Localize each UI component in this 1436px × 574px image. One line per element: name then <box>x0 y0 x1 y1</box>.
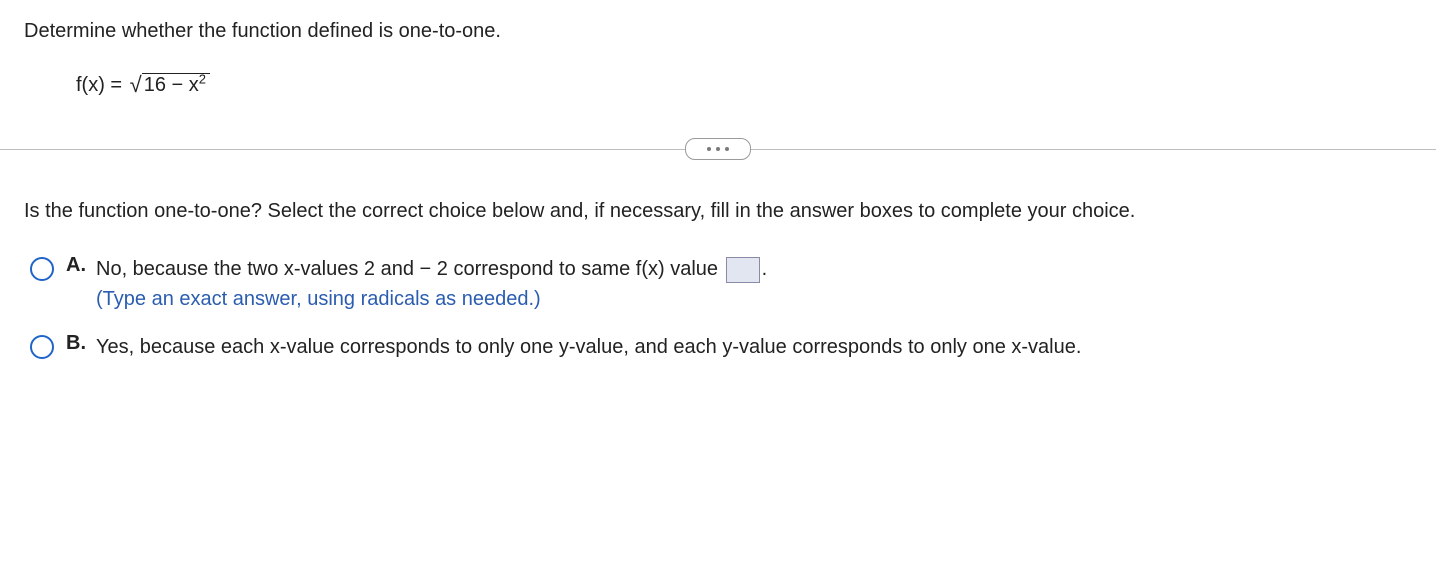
radio-a[interactable] <box>30 257 54 281</box>
expand-button[interactable] <box>685 138 751 160</box>
question-prompt: Determine whether the function defined i… <box>24 20 1412 43</box>
choice-b-text: Yes, because each x-value corresponds to… <box>96 336 1081 358</box>
dot-icon <box>725 147 729 151</box>
choice-a-text-before: No, because the two x-values 2 and − 2 c… <box>96 258 724 280</box>
choice-a: A. No, because the two x-values 2 and − … <box>30 254 1412 314</box>
dot-icon <box>716 147 720 151</box>
formula-lhs: f(x) = <box>76 74 128 96</box>
answer-input-a[interactable] <box>726 257 760 283</box>
dot-icon <box>707 147 711 151</box>
choice-body-b: Yes, because each x-value corresponds to… <box>96 332 1412 362</box>
square-root: √16 − x2 <box>128 71 210 97</box>
choice-letter-a: A. <box>66 254 96 277</box>
radicand-base: 16 − x <box>144 74 199 96</box>
radicand: 16 − x2 <box>142 73 210 96</box>
choice-b: B. Yes, because each x-value corresponds… <box>30 332 1412 362</box>
radicand-exponent: 2 <box>199 71 206 86</box>
choice-a-text-after: . <box>762 258 768 280</box>
choice-a-hint: (Type an exact answer, using radicals as… <box>96 288 541 310</box>
section-divider <box>24 137 1412 161</box>
choice-body-a: No, because the two x-values 2 and − 2 c… <box>96 254 1412 314</box>
radio-b[interactable] <box>30 335 54 359</box>
radical-icon: √ <box>130 72 142 97</box>
function-formula: f(x) = √16 − x2 <box>24 71 1412 97</box>
choice-letter-b: B. <box>66 332 96 355</box>
sub-question: Is the function one-to-one? Select the c… <box>24 197 1412 226</box>
